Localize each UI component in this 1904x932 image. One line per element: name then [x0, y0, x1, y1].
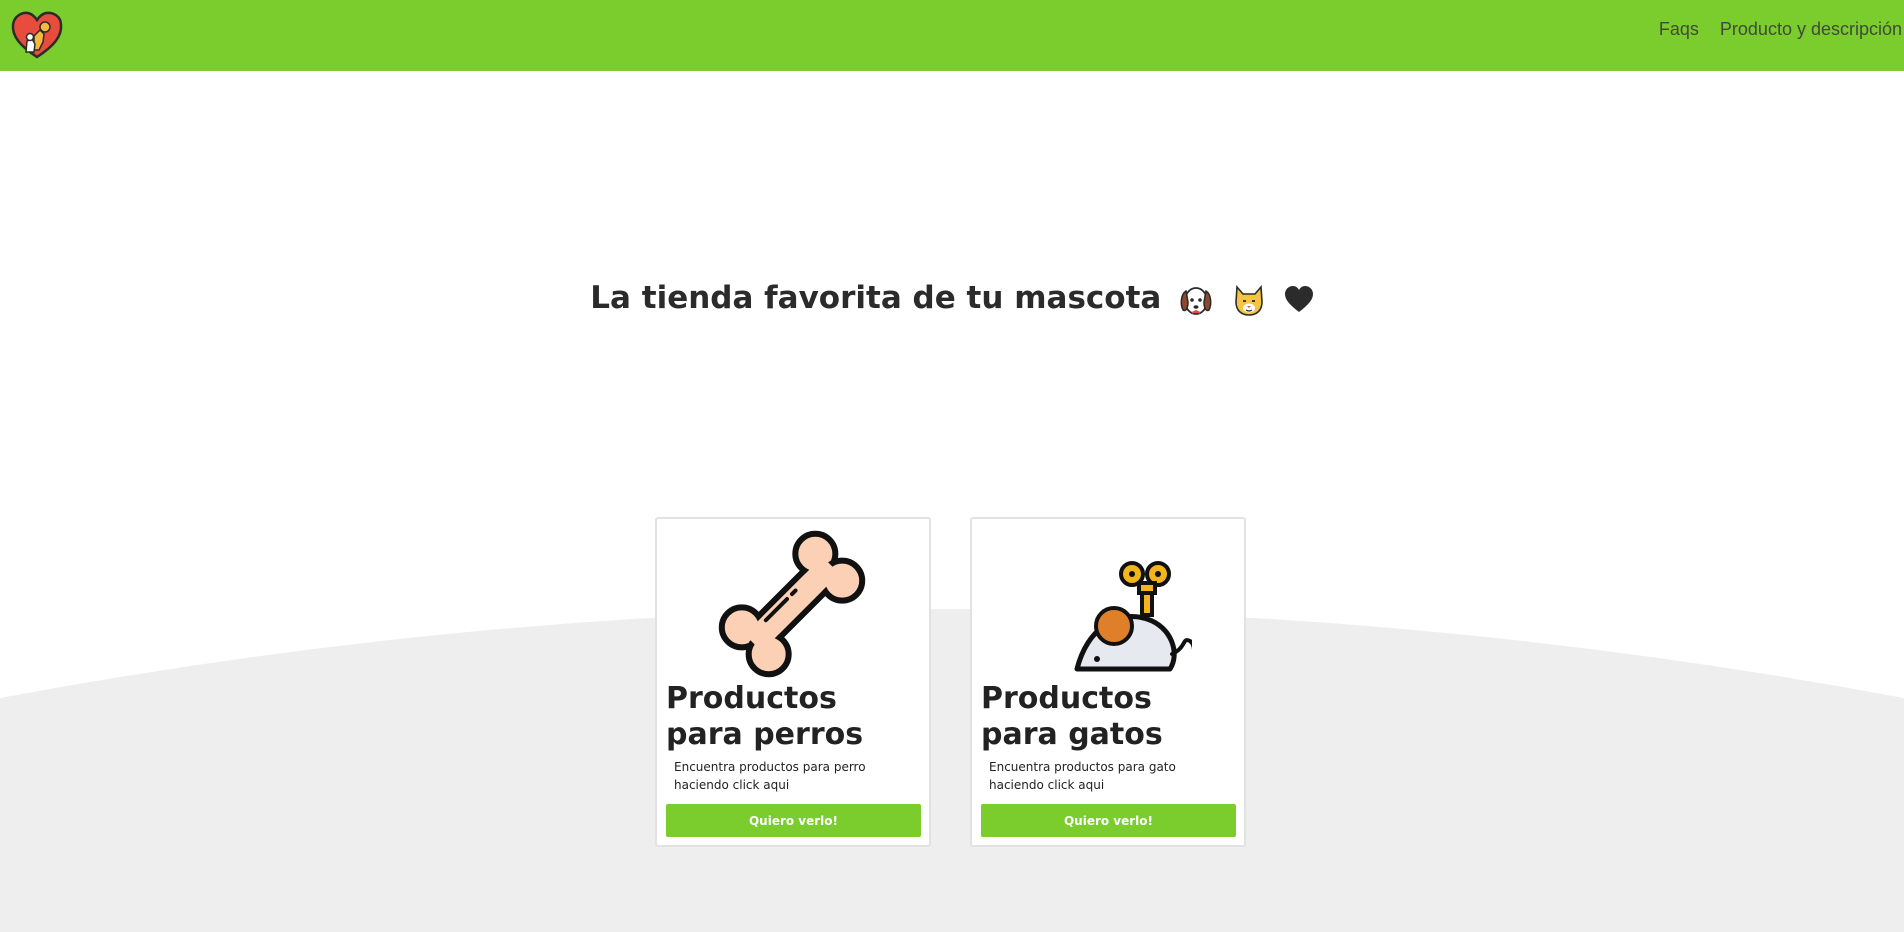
- black-heart-icon: [1284, 285, 1313, 312]
- hero-title-text: La tienda favorita de tu mascota: [590, 280, 1162, 316]
- pet-heart-logo-icon[interactable]: [10, 10, 64, 60]
- quiero-verlo-button-perros[interactable]: Quiero verlo!: [666, 804, 921, 837]
- card-gatos: Productos para gatos Encuentra productos…: [970, 517, 1246, 847]
- bone-icon: [718, 530, 866, 678]
- background-wave: [0, 609, 1904, 932]
- toy-mouse-icon: [1074, 561, 1192, 672]
- nav-link-faqs[interactable]: Faqs: [1659, 19, 1699, 40]
- card-title: Productos para gatos: [981, 681, 1163, 752]
- hero-title: La tienda favorita de tu mascota: [0, 280, 1904, 318]
- dog-face-icon: [1180, 286, 1212, 315]
- card-text: Encuentra productos para gato haciendo c…: [989, 760, 1176, 792]
- navbar: Faqs Producto y descripción: [0, 0, 1904, 71]
- nav-links: Faqs Producto y descripción: [1659, 0, 1904, 58]
- card-perros: Productos para perros Encuentra producto…: [655, 517, 931, 847]
- nav-link-producto[interactable]: Producto y descripción: [1720, 19, 1902, 40]
- cat-face-icon: [1235, 284, 1263, 316]
- card-text: Encuentra productos para perro haciendo …: [674, 760, 866, 792]
- quiero-verlo-button-gatos[interactable]: Quiero verlo!: [981, 804, 1236, 837]
- card-title: Productos para perros: [666, 681, 864, 752]
